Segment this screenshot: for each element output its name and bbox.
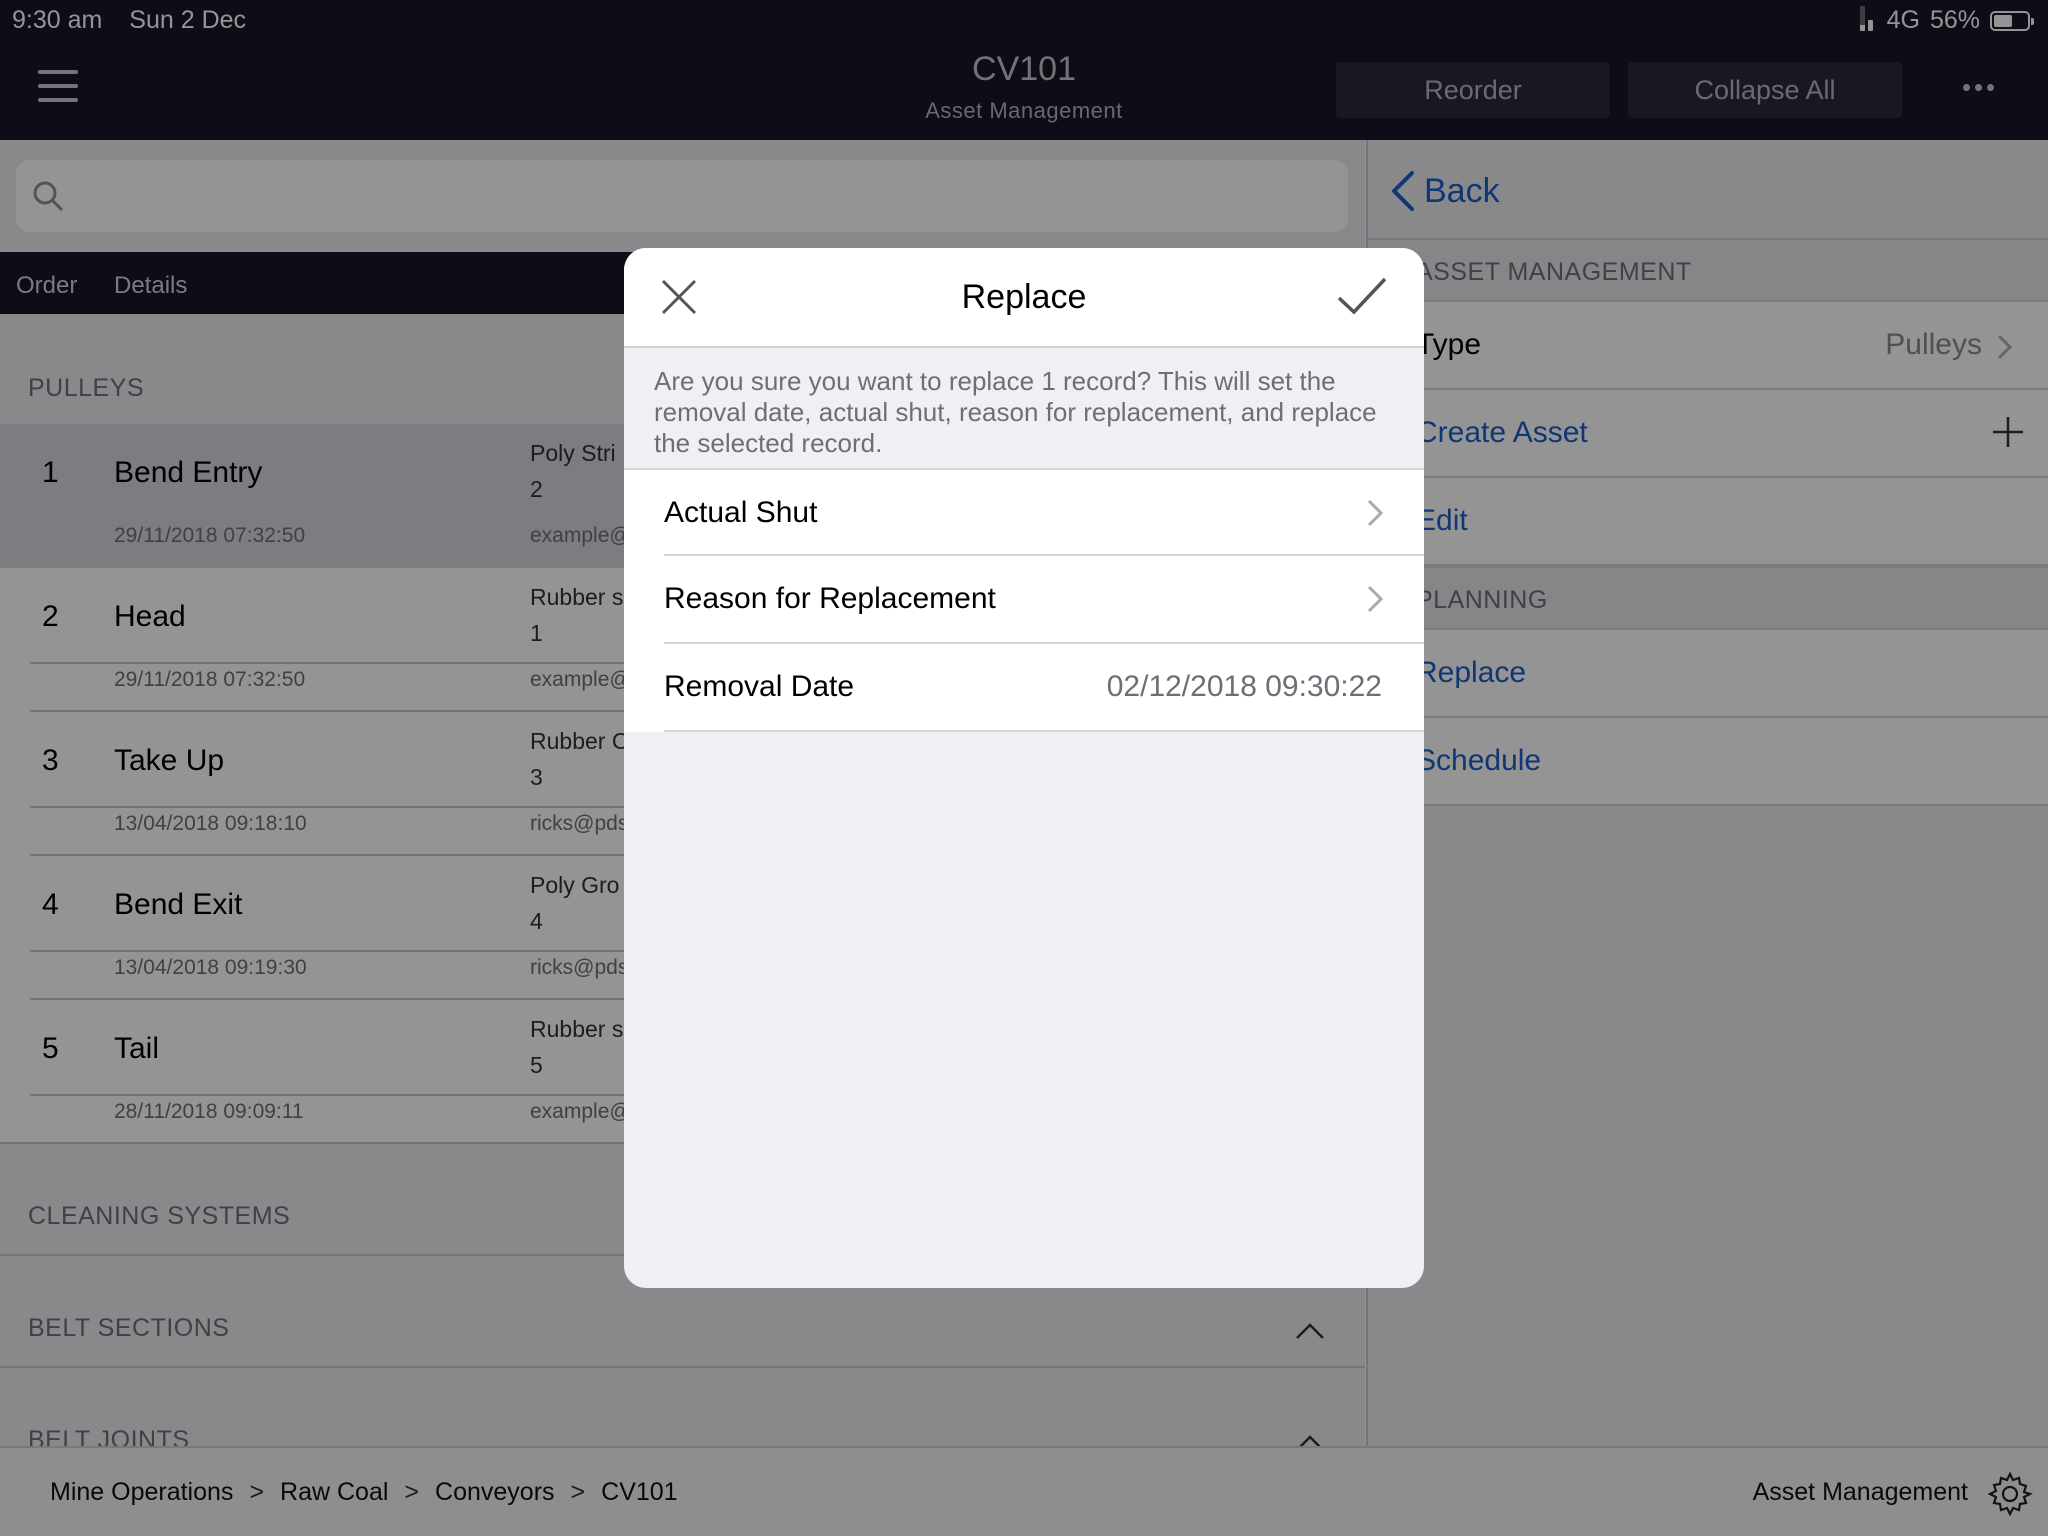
- dialog-title: Replace: [961, 278, 1087, 316]
- actual-shut-row[interactable]: Actual Shut: [624, 468, 1424, 556]
- dialog-description: Are you sure you want to replace 1 recor…: [654, 366, 1377, 458]
- removal-date-value: 02/12/2018 09:30:22: [1106, 670, 1382, 703]
- reason-for-replacement-row[interactable]: Reason for Replacement: [624, 556, 1424, 644]
- chevron-right-icon: [1367, 585, 1384, 613]
- checkmark-icon[interactable]: [1336, 276, 1388, 316]
- replace-dialog: Replace Are you sure you want to replace…: [624, 248, 1424, 1288]
- chevron-right-icon: [1367, 499, 1384, 527]
- removal-date-row[interactable]: Removal Date 02/12/2018 09:30:22: [624, 644, 1424, 732]
- dialog-header: Replace: [624, 248, 1424, 348]
